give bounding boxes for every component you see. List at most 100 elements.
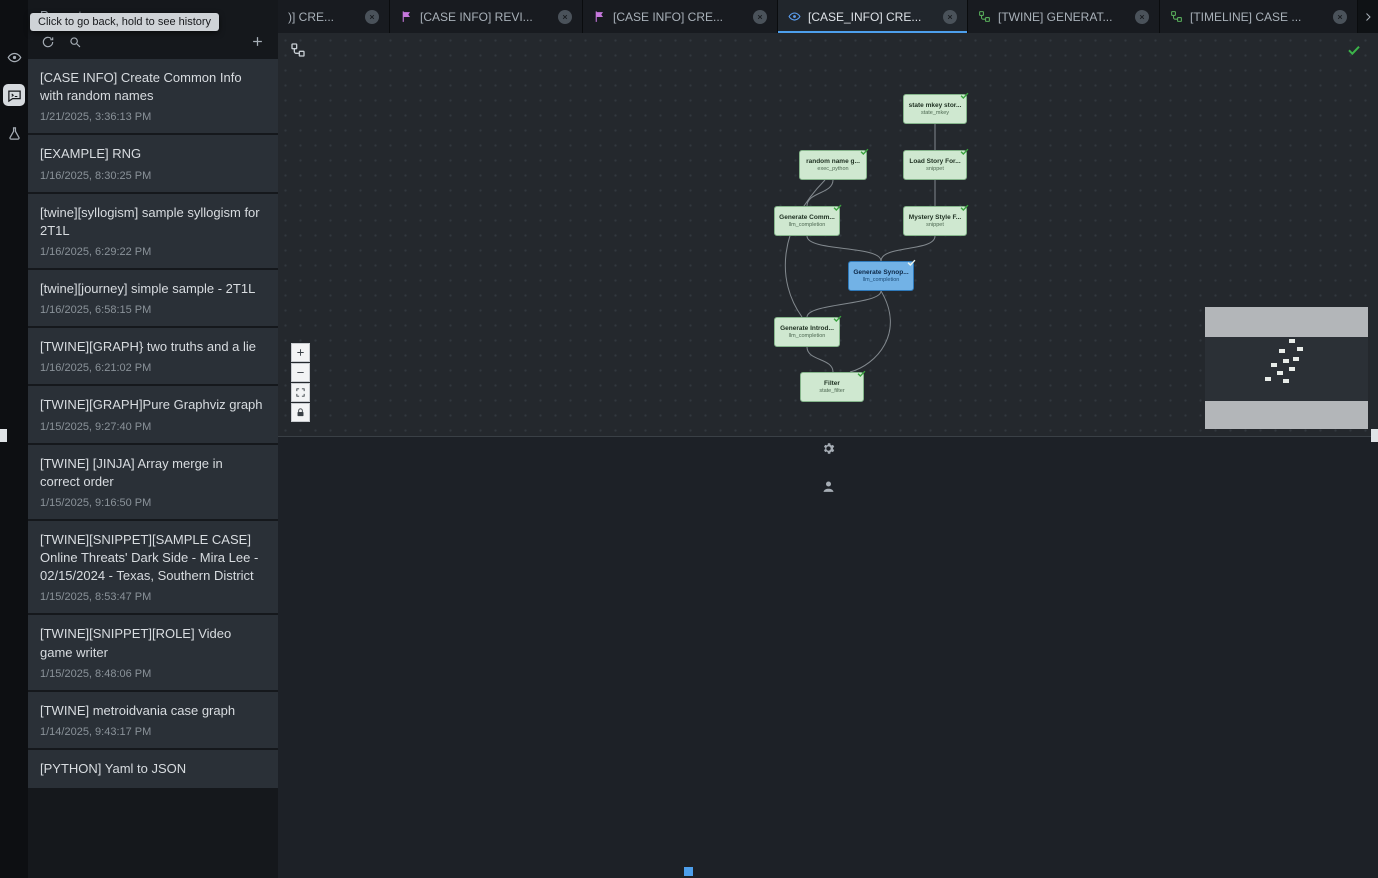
fit-view-button[interactable] [291,383,310,402]
prompt-date: 1/15/2025, 8:53:47 PM [40,591,266,603]
prompt-list-item[interactable]: [TWINE][GRAPH} two truths and a lie 1/16/… [28,328,278,386]
minimap-node-dot [1277,371,1283,375]
node-success-check-icon [959,202,970,213]
zoom-in-button[interactable] [291,343,310,362]
lock-button[interactable] [291,403,310,422]
prompt-date: 1/16/2025, 6:21:02 PM [40,362,266,374]
account-icon [821,479,836,494]
tab-overflow-button[interactable] [1358,0,1378,33]
node-title: Generate Synop... [853,269,908,276]
prompts-icon [7,88,22,103]
tab-close-icon[interactable] [558,10,572,24]
prompt-title: [twine][journey] simple sample - 2T1L [40,280,266,298]
editor-tab[interactable]: )] CRE... [278,0,390,33]
prompt-date: 1/15/2025, 9:16:50 PM [40,497,266,509]
node-title: Mystery Style F... [909,214,961,221]
prompt-list-item[interactable]: [EXAMPLE] RNG1/16/2025, 8:30:25 PM [28,135,278,193]
prompt-date: 1/16/2025, 6:58:15 PM [40,304,266,316]
tab-close-icon[interactable] [1135,10,1149,24]
prompt-list-item[interactable]: [TWINE] metroidvania case graph1/14/2025… [28,692,278,750]
prompt-date: 1/14/2025, 9:43:17 PM [40,726,266,738]
minimap[interactable] [1205,307,1368,429]
experiments-icon [7,126,22,141]
settings-icon-button[interactable] [817,437,839,459]
resize-handle[interactable] [684,867,693,876]
prompts-icon-button[interactable] [3,84,25,106]
node-title: Filter [824,380,840,387]
tab-close-icon[interactable] [753,10,767,24]
node-type: llm_completion [863,277,900,283]
editor-tab[interactable]: [TIMELINE] CASE ... [1160,0,1358,33]
node-type: exec_python [817,166,848,172]
minimap-node-dot [1265,377,1271,381]
graph-node[interactable]: Generate Synop...llm_completion [848,261,914,291]
node-success-check-icon [906,257,917,268]
prompt-date: 1/15/2025, 8:48:06 PM [40,668,266,680]
rail-bottom-group [278,436,1378,878]
prompt-list-item[interactable]: [TWINE][GRAPH]Pure Graphviz graph 1/15/20… [28,386,278,444]
flow-icon [1170,10,1183,23]
tab-bar: )] CRE... [CASE INFO] REVI... [CASE INFO] … [278,0,1378,33]
prompt-title: [TWINE][GRAPH]Pure Graphviz graph [40,396,266,414]
refresh-icon[interactable] [41,35,55,49]
prompt-list-item[interactable]: [CASE INFO] Create Common Info with rand… [28,59,278,135]
prompt-list-item[interactable]: [twine][journey] simple sample - 2T1L 1/1… [28,270,278,328]
plus-icon [295,347,306,358]
graph-node[interactable]: Mystery Style F...snippet [903,206,967,236]
tab-close-icon[interactable] [943,10,957,24]
graph-node[interactable]: random name g...exec_python [799,150,867,180]
split-drag-handle[interactable] [1371,429,1378,442]
graph-node[interactable]: Load Story For...snippet [903,150,967,180]
search-icon[interactable] [68,35,82,49]
prompt-title: [EXAMPLE] RNG [40,145,266,163]
prompt-list-item[interactable]: [TWINE][SNIPPET][ROLE] Video game writer… [28,615,278,691]
back-tooltip: Click to go back, hold to see history [30,13,219,31]
graph-node[interactable]: Generate Introd...llm_completion [774,317,840,347]
prompt-list: [CASE INFO] Create Common Info with rand… [28,59,278,877]
tab-label: [CASE INFO] CRE... [613,10,746,24]
editor-tab[interactable]: [TWINE] GENERAT... [968,0,1160,33]
settings-icon [821,441,836,456]
tab-close-icon[interactable] [365,10,379,24]
prompt-list-item[interactable]: [PYTHON] Yaml to JSON [28,750,278,790]
prompt-title: [TWINE][SNIPPET][ROLE] Video game writer [40,625,266,661]
tab-label: [CASE INFO] REVI... [420,10,551,24]
prompt-list-item[interactable]: [twine][syllogism] sample syllogism for … [28,194,278,270]
zoom-out-button[interactable] [291,363,310,382]
flag-icon [400,10,413,23]
node-title: Load Story For... [909,158,960,165]
prompt-date: 1/15/2025, 9:27:40 PM [40,421,266,433]
graph-node[interactable]: Generate Comm...llm_completion [774,206,840,236]
prompt-list-item[interactable]: [TWINE][SNIPPET][SAMPLE CASE] Online Thr… [28,521,278,616]
node-title: Generate Introd... [780,325,834,332]
graph-node[interactable]: state mkey stor...state_mkey [903,94,967,124]
rail-top-group [3,46,25,144]
prompt-title: [TWINE][GRAPH} two truths and a lie [40,338,266,356]
minimap-viewport [1205,337,1368,401]
split-drag-handle[interactable] [0,429,7,442]
prompt-title: [TWINE][SNIPPET][SAMPLE CASE] Online Thr… [40,531,266,586]
graph-canvas[interactable]: state mkey stor...state_mkeyrandom name … [278,33,1378,436]
minimap-node-dot [1283,359,1289,363]
editor-tabs: )] CRE... [CASE INFO] REVI... [CASE INFO] … [278,0,1358,33]
account-icon-button[interactable] [817,475,839,497]
graph-node[interactable]: Filterstate_filter [800,372,864,402]
tab-label: [TIMELINE] CASE ... [1190,10,1326,24]
node-success-check-icon [832,202,843,213]
editor-tab[interactable]: [CASE INFO] REVI... [390,0,583,33]
editor-tab[interactable]: [CASE INFO] CRE... [583,0,778,33]
tab-label: )] CRE... [288,10,358,24]
node-success-check-icon [856,368,867,379]
prompt-title: [TWINE] [JINJA] Array merge in correct o… [40,455,266,491]
minimap-node-dot [1289,339,1295,343]
add-prompt-icon[interactable] [250,34,265,49]
editor-tab[interactable]: [CASE_INFO] CRE... [778,0,968,33]
lock-icon [295,407,306,418]
eye-icon-button[interactable] [3,46,25,68]
prompt-date: 1/21/2025, 3:36:13 PM [40,111,266,123]
tab-close-icon[interactable] [1333,10,1347,24]
prompt-list-item[interactable]: [TWINE] [JINJA] Array merge in correct o… [28,445,278,521]
node-type: llm_completion [789,222,826,228]
chevron-right-icon [1362,11,1374,23]
experiments-icon-button[interactable] [3,122,25,144]
